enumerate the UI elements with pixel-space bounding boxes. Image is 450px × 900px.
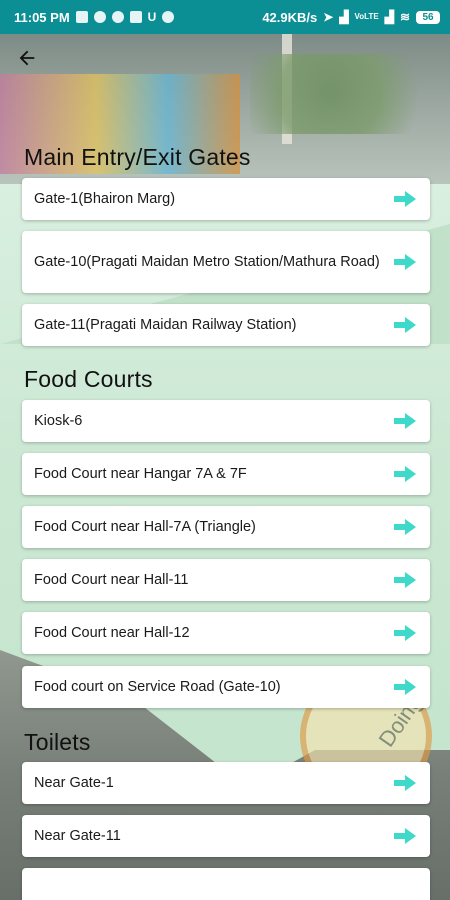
net-speed: 42.9KB/s (262, 9, 318, 25)
list-item-food-court-hall-11[interactable]: Food Court near Hall-11 (22, 559, 430, 601)
arrow-right-icon (394, 625, 416, 641)
signal-icon-2: ▟ (384, 10, 394, 24)
list-item-toilet-gate-1[interactable]: Near Gate-1 (22, 762, 430, 804)
u-icon: U (147, 10, 157, 24)
list-item-label: Kiosk-6 (34, 412, 83, 429)
list-item-label: Food Court near Hangar 7A & 7F (34, 465, 247, 482)
arrow-left-icon (19, 50, 35, 66)
arrow-right-icon (394, 679, 416, 695)
list-item-label: Near Gate-1 (34, 774, 114, 791)
list-item-toilet-partial[interactable] (22, 868, 430, 900)
list-item-gate-10[interactable]: Gate-10(Pragati Maidan Metro Station/Mat… (22, 231, 430, 293)
volte-label: VoLTE (354, 12, 379, 21)
arrow-right-icon (394, 413, 416, 429)
gallery-notification-icon (75, 11, 88, 23)
list-item-label: Near Gate-11 (34, 827, 121, 844)
arrow-right-icon (394, 466, 416, 482)
list-item-toilet-gate-11[interactable]: Near Gate-11 (22, 815, 430, 857)
list-item-label: Gate-10(Pragati Maidan Metro Station/Mat… (34, 253, 380, 270)
back-button[interactable] (12, 44, 42, 72)
list-item-food-court-service-road[interactable]: Food court on Service Road (Gate-10) (22, 666, 430, 708)
list-item-gate-1[interactable]: Gate-1(Bhairon Marg) (22, 178, 430, 220)
chrome-icon (111, 11, 124, 23)
list-item-food-court-hangar-7a[interactable]: Food Court near Hangar 7A & 7F (22, 453, 430, 495)
list-item-label: Food Court near Hall-11 (34, 571, 189, 588)
arrow-right-icon (394, 254, 416, 270)
status-dot-icon (162, 11, 175, 23)
arrow-right-icon (394, 519, 416, 535)
arrow-right-icon (394, 775, 416, 791)
section-title-food-courts: Food Courts (24, 366, 153, 392)
signal-icon: ▟ (339, 10, 349, 24)
battery-icon: 56 (416, 10, 440, 24)
wifi-icon: ≋ (399, 10, 410, 24)
arrow-right-icon (394, 572, 416, 588)
list-item-label: Gate-1(Bhairon Marg) (34, 190, 176, 207)
cc-icon (129, 11, 142, 23)
arrow-right-icon (394, 828, 416, 844)
section-title-toilets: Toilets (24, 729, 91, 755)
list-item-label: Food court on Service Road (Gate-10) (34, 678, 281, 695)
list-item-label: Food Court near Hall-12 (34, 624, 190, 641)
list-item-kiosk-6[interactable]: Kiosk-6 (22, 400, 430, 442)
location-icon: ➤ (323, 10, 334, 24)
section-title-gates: Main Entry/Exit Gates (24, 144, 251, 170)
content: Main Entry/Exit Gates Gate-1(Bhairon Mar… (0, 0, 450, 900)
arrow-right-icon (394, 191, 416, 207)
list-item-food-court-hall-12[interactable]: Food Court near Hall-12 (22, 612, 430, 654)
list-item-label: Gate-11(Pragati Maidan Railway Station) (34, 316, 297, 333)
arrow-right-icon (394, 317, 416, 333)
list-item-label: Food Court near Hall-7A (Triangle) (34, 518, 256, 535)
status-bar: 11:05 PM U 42.9KB/s ➤ ▟ VoLTE ▟ ≋ 56 (0, 0, 450, 34)
status-time: 11:05 PM (14, 9, 70, 25)
list-item-gate-11[interactable]: Gate-11(Pragati Maidan Railway Station) (22, 304, 430, 346)
notification-icon (93, 11, 106, 23)
list-item-food-court-hall-7a[interactable]: Food Court near Hall-7A (Triangle) (22, 506, 430, 548)
